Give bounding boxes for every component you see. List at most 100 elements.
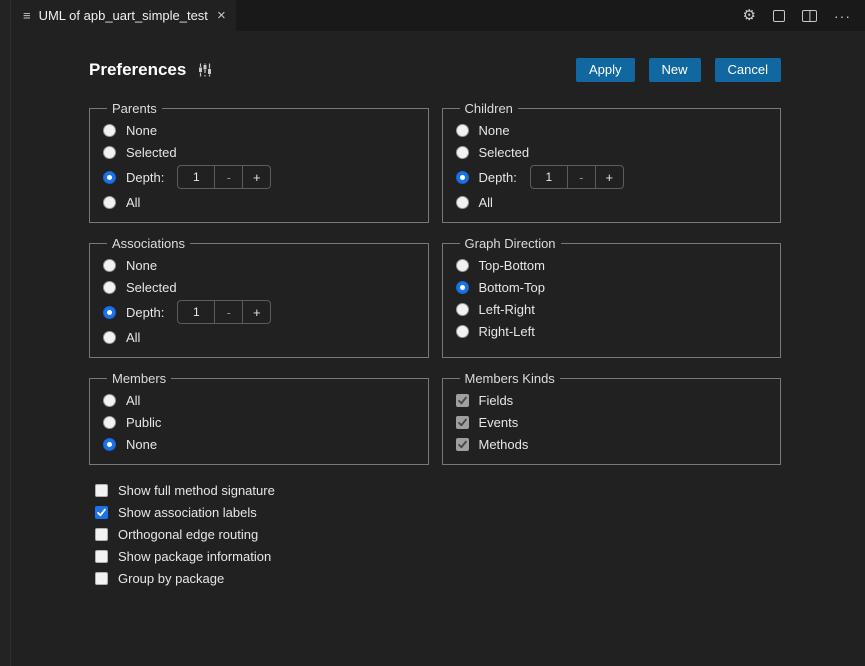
group-members: MembersAllPublicNone — [89, 371, 429, 465]
depth-value[interactable]: 1 — [178, 166, 214, 188]
decrement-button[interactable]: - — [567, 166, 595, 188]
radio-option-bottom-top[interactable]: Bottom-Top — [456, 276, 769, 298]
radio-dot — [107, 442, 112, 447]
radio-dot — [107, 310, 112, 315]
radio-option-none[interactable]: None — [103, 119, 416, 141]
radio-dot — [460, 175, 465, 180]
option-label: Bottom-Top — [479, 280, 545, 295]
radio-icon[interactable] — [103, 416, 116, 429]
increment-button[interactable]: + — [242, 301, 270, 323]
preferences-header: Preferences Apply New Cancel — [89, 58, 781, 82]
radio-option-selected[interactable]: Selected — [103, 141, 416, 163]
checkbox-option-show-full-method-signature[interactable]: Show full method signature — [95, 479, 865, 501]
group-legend-graph-direction: Graph Direction — [460, 236, 561, 251]
radio-option-none[interactable]: None — [103, 254, 416, 276]
option-label: Show association labels — [118, 505, 257, 520]
checkbox-option-fields[interactable]: Fields — [456, 389, 769, 411]
depth-value[interactable]: 1 — [531, 166, 567, 188]
radio-option-all[interactable]: All — [103, 389, 416, 411]
radio-icon[interactable] — [456, 325, 469, 338]
option-label: Show package information — [118, 549, 271, 564]
group-legend-children: Children — [460, 101, 518, 116]
radio-icon[interactable] — [456, 196, 469, 209]
depth-spinner[interactable]: 1-+ — [177, 165, 271, 189]
radio-option-all[interactable]: All — [103, 326, 416, 348]
option-label: Group by package — [118, 571, 224, 586]
list-icon: ≡ — [23, 8, 31, 23]
checkbox-icon[interactable] — [95, 506, 108, 519]
checkbox-option-show-package-information[interactable]: Show package information — [95, 545, 865, 567]
cancel-button[interactable]: Cancel — [715, 58, 781, 82]
checkbox-icon[interactable] — [95, 572, 108, 585]
radio-icon[interactable] — [456, 303, 469, 316]
checkbox-icon[interactable] — [95, 550, 108, 563]
option-label: Top-Bottom — [479, 258, 545, 273]
open-preview-icon[interactable] — [773, 10, 785, 22]
checkbox-option-methods[interactable]: Methods — [456, 433, 769, 455]
radio-icon[interactable] — [456, 146, 469, 159]
radio-icon[interactable] — [456, 259, 469, 272]
option-label: All — [126, 393, 140, 408]
increment-button[interactable]: + — [595, 166, 623, 188]
radio-option-depth[interactable]: Depth: 1-+ — [103, 298, 416, 326]
depth-spinner[interactable]: 1-+ — [177, 300, 271, 324]
option-label: Selected — [126, 145, 177, 160]
depth-spinner[interactable]: 1-+ — [530, 165, 624, 189]
radio-icon[interactable] — [103, 331, 116, 344]
option-label: All — [126, 330, 140, 345]
checkbox-option-group-by-package[interactable]: Group by package — [95, 567, 865, 589]
checkbox-option-orthogonal-edge-routing[interactable]: Orthogonal edge routing — [95, 523, 865, 545]
split-editor-icon[interactable] — [802, 10, 817, 22]
checkbox-icon[interactable] — [95, 484, 108, 497]
radio-icon[interactable] — [103, 171, 116, 184]
option-label: Events — [479, 415, 519, 430]
radio-icon[interactable] — [103, 146, 116, 159]
gear-icon[interactable]: ⚙ — [743, 8, 756, 23]
radio-option-none[interactable]: None — [103, 433, 416, 455]
option-label: Depth: — [479, 170, 517, 185]
decrement-button[interactable]: - — [214, 301, 242, 323]
radio-icon[interactable] — [103, 394, 116, 407]
radio-option-all[interactable]: All — [103, 191, 416, 213]
preference-groups: ParentsNoneSelectedDepth:1-+AllChildrenN… — [89, 101, 781, 465]
group-legend-parents: Parents — [107, 101, 162, 116]
depth-value[interactable]: 1 — [178, 301, 214, 323]
option-label: None — [126, 437, 157, 452]
apply-button[interactable]: Apply — [576, 58, 635, 82]
radio-icon[interactable] — [103, 438, 116, 451]
group-members-kinds: Members KindsFieldsEventsMethods — [442, 371, 782, 465]
close-icon[interactable]: × — [217, 8, 226, 23]
radio-option-depth[interactable]: Depth: 1-+ — [456, 163, 769, 191]
increment-button[interactable]: + — [242, 166, 270, 188]
radio-icon[interactable] — [103, 124, 116, 137]
radio-option-public[interactable]: Public — [103, 411, 416, 433]
radio-option-right-left[interactable]: Right-Left — [456, 320, 769, 342]
radio-option-top-bottom[interactable]: Top-Bottom — [456, 254, 769, 276]
option-label: Depth: — [126, 305, 164, 320]
radio-option-depth[interactable]: Depth:1-+ — [103, 163, 416, 191]
radio-option-all[interactable]: All — [456, 191, 769, 213]
radio-icon[interactable] — [103, 259, 116, 272]
checkbox-option-show-association-labels[interactable]: Show association labels — [95, 501, 865, 523]
radio-icon[interactable] — [456, 171, 469, 184]
checkbox-option-events[interactable]: Events — [456, 411, 769, 433]
option-label: Orthogonal edge routing — [118, 527, 258, 542]
tune-icon — [197, 62, 213, 78]
radio-icon[interactable] — [456, 281, 469, 294]
radio-dot — [107, 175, 112, 180]
radio-option-none[interactable]: None — [456, 119, 769, 141]
radio-icon[interactable] — [103, 196, 116, 209]
checkbox-icon[interactable] — [95, 528, 108, 541]
group-parents: Parents None Selected Depth:1-+All — [89, 101, 429, 223]
radio-icon[interactable] — [456, 124, 469, 137]
group-children: ChildrenNoneSelectedDepth:1-+All — [442, 101, 782, 223]
radio-option-selected[interactable]: Selected — [456, 141, 769, 163]
new-button[interactable]: New — [649, 58, 701, 82]
more-actions-icon[interactable]: ··· — [834, 9, 851, 23]
radio-option-selected[interactable]: Selected — [103, 276, 416, 298]
radio-icon[interactable] — [103, 281, 116, 294]
tab-uml-preferences[interactable]: ≡ UML of apb_uart_simple_test × — [11, 0, 236, 31]
decrement-button[interactable]: - — [214, 166, 242, 188]
radio-icon[interactable] — [103, 306, 116, 319]
radio-option-left-right[interactable]: Left-Right — [456, 298, 769, 320]
